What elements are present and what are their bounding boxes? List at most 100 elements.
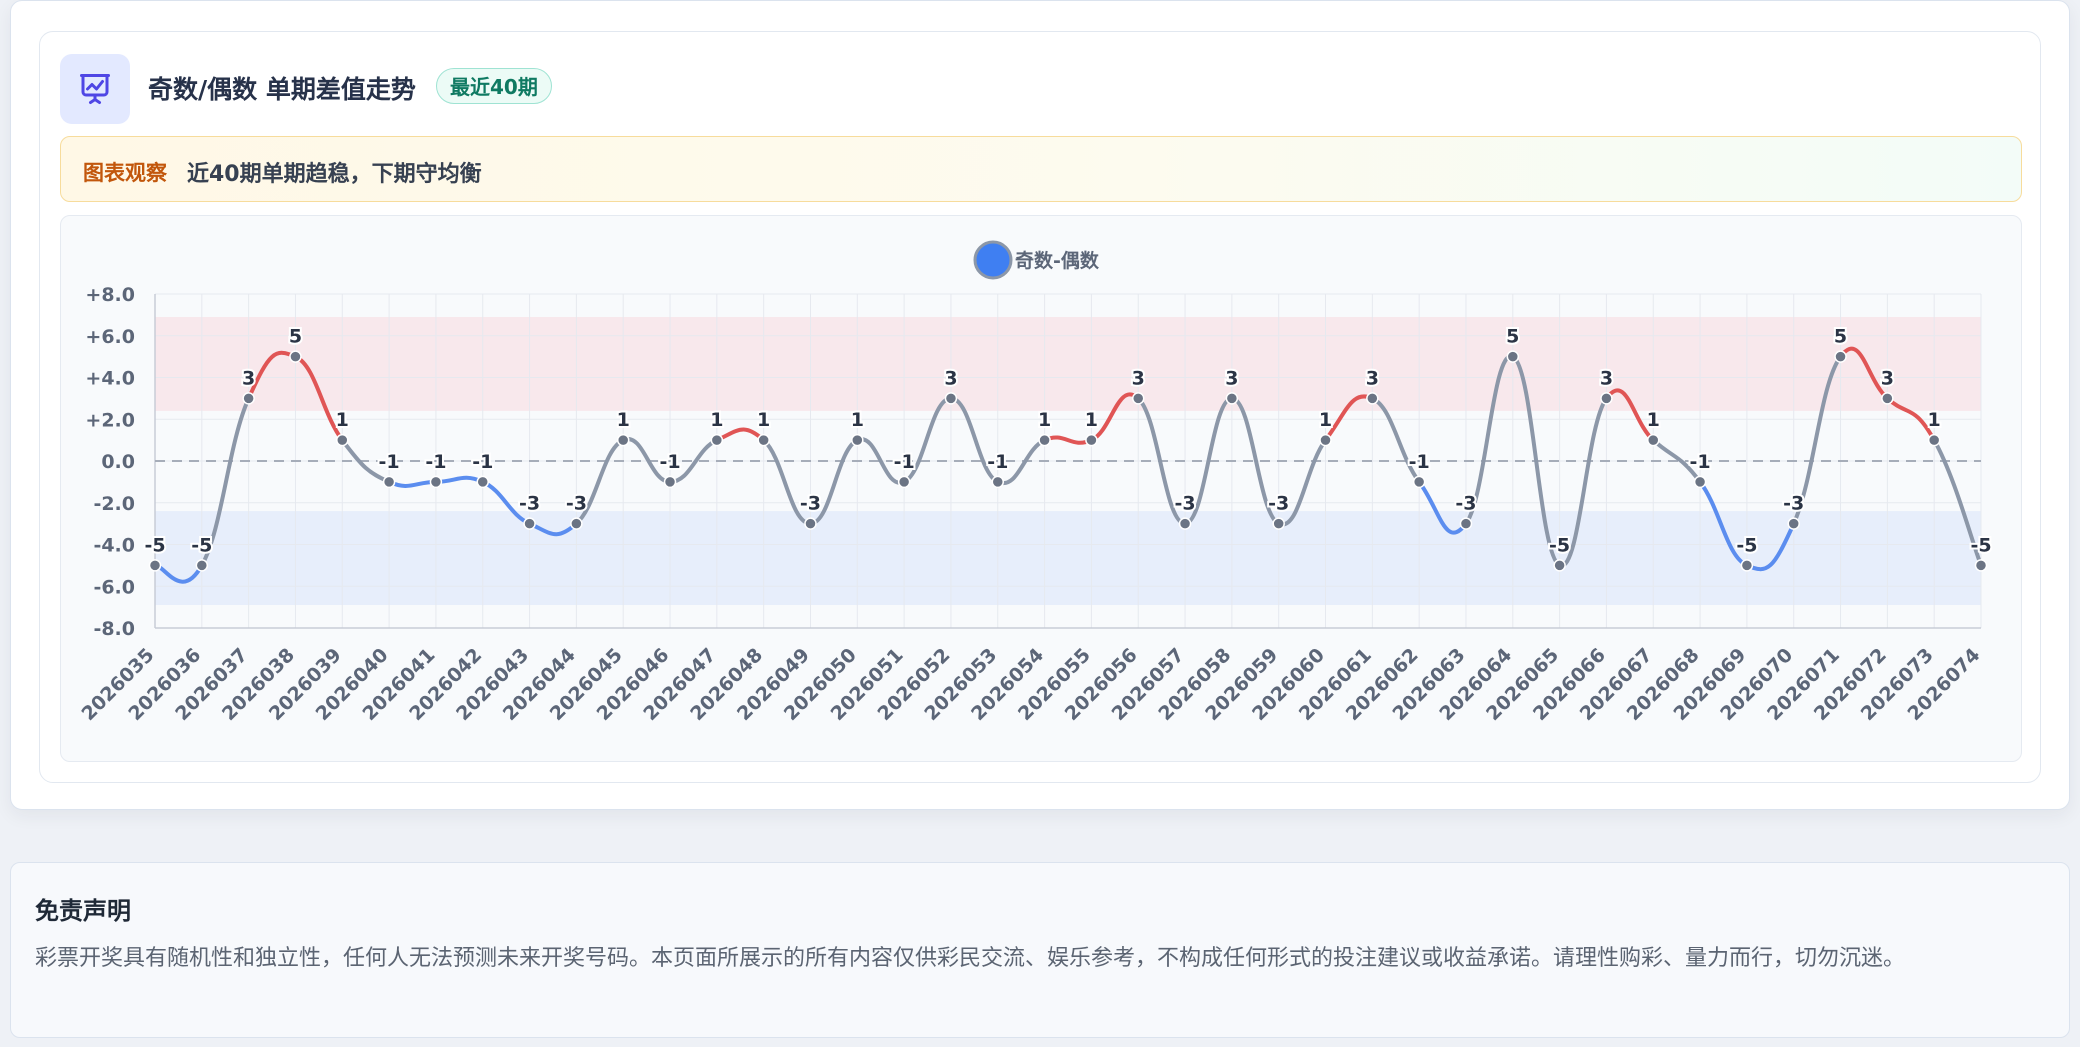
data-point [1412,475,1426,489]
data-label: 1 [1647,409,1660,431]
data-point [944,392,958,405]
data-label: 1 [1319,409,1332,431]
data-label: -3 [1455,493,1476,515]
data-point [242,392,255,405]
legend-marker [973,240,1013,280]
data-label: -1 [1690,451,1711,473]
data-label: -5 [144,534,165,556]
data-point [476,475,489,489]
data-label: 1 [1038,409,1051,431]
disclaimer-card: 免责声明 彩票开奖具有随机性和独立性，任何人无法预测未来开奖号码。本页面所展示的… [10,862,2070,1038]
data-point [148,559,162,572]
y-tick-label: +8.0 [85,284,135,306]
chart-area: +8.0 +6.0 +4.0 +2.0 0.0 -2.0 -4.0 -6.0 -8.0 -5 -5 3… [60,215,2022,762]
data-point [804,517,817,530]
data-label: -1 [659,451,680,473]
data-label: -3 [800,493,821,515]
period-badge: 最近40期 [436,68,552,104]
data-point [1974,559,1988,572]
data-label: -5 [1736,534,1757,556]
data-point [616,433,630,447]
data-point [1366,392,1379,405]
disclaimer-text: 彩票开奖具有随机性和独立性，任何人无法预测未来开奖号码。本页面所展示的所有内容仅… [35,946,1906,971]
data-label: 5 [1506,326,1519,348]
data-point [570,517,583,530]
trend-card: 奇数/偶数 单期差值走势 最近40期 图表观察 近40期单期趋稳，下期守均衡 +… [10,0,2070,810]
observation-text: 近40期单期趋稳，下期守均衡 [187,162,482,187]
data-point [1647,433,1660,447]
data-label: 5 [1834,326,1847,348]
presentation-chart-icon [60,54,130,124]
data-point [382,475,396,489]
data-label: 1 [1928,409,1941,431]
data-label: 3 [1366,367,1379,389]
data-label: 3 [944,367,957,389]
data-point [1553,559,1566,572]
data-label: -1 [425,451,446,473]
observation-banner: 图表观察 近40期单期趋稳，下期守均衡 [60,136,2022,202]
data-point [1225,392,1239,405]
data-label: -3 [519,493,540,515]
odd-even-diff-line-chart: +8.0 +6.0 +4.0 +2.0 0.0 -2.0 -4.0 -6.0 -8.0 -5 -5 3… [78,240,1994,725]
data-label: 1 [710,409,723,431]
data-point [1693,475,1707,489]
data-point [1038,433,1051,447]
data-point [1787,517,1800,530]
data-point [1459,517,1473,530]
data-label: 3 [1225,367,1238,389]
data-label: -5 [1970,534,1991,556]
data-label: 1 [851,409,864,431]
chart-panel: 奇数/偶数 单期差值走势 最近40期 图表观察 近40期单期趋稳，下期守均衡 +… [39,31,2041,783]
series-line-segment [1042,435,1094,445]
y-tick-label: +2.0 [85,409,135,431]
data-label: 1 [617,409,630,431]
data-point [1600,392,1613,405]
y-tick-label: +6.0 [85,326,135,348]
data-point [336,433,349,447]
data-point [757,433,770,447]
data-point [897,475,911,489]
data-label: -3 [1268,493,1289,515]
y-tick-label: +4.0 [85,368,135,390]
chart-title: 奇数/偶数 单期差值走势 [148,75,416,104]
observation-label: 图表观察 [83,161,167,185]
data-point [1319,433,1332,447]
data-point [710,433,724,447]
data-point [1834,350,1847,363]
data-point [1131,392,1145,405]
y-tick-label: 0.0 [101,451,135,473]
data-point [1740,559,1754,572]
data-label: -3 [1783,493,1804,515]
y-tick-label: -2.0 [93,493,135,515]
data-point [663,475,677,489]
y-tick-label: -6.0 [93,576,135,598]
data-point [1506,350,1520,363]
data-point [1881,392,1894,405]
data-label: -5 [1549,534,1570,556]
data-label: -1 [894,451,915,473]
data-label: -1 [472,451,493,473]
data-label: -5 [191,534,212,556]
series-line-segment [433,475,485,484]
data-label: -1 [1409,451,1430,473]
data-point [991,475,1005,489]
data-point [1927,433,1941,447]
data-label: 3 [1600,367,1613,389]
disclaimer-title: 免责声明 [35,897,131,925]
data-label: 3 [1881,367,1894,389]
data-point [1085,433,1098,447]
data-label: 3 [1132,367,1145,389]
lower-band [155,511,1981,606]
data-label: 1 [336,409,349,431]
data-label: -3 [1174,493,1195,515]
data-label: 1 [1085,409,1098,431]
data-label: 3 [242,367,255,389]
data-label: -1 [379,451,400,473]
data-point [1178,517,1192,530]
data-point [851,433,864,447]
data-label: 1 [757,409,770,431]
data-label: -3 [566,493,587,515]
y-tick-label: -8.0 [93,618,135,640]
data-label: 5 [289,326,302,348]
data-label: -1 [987,451,1008,473]
